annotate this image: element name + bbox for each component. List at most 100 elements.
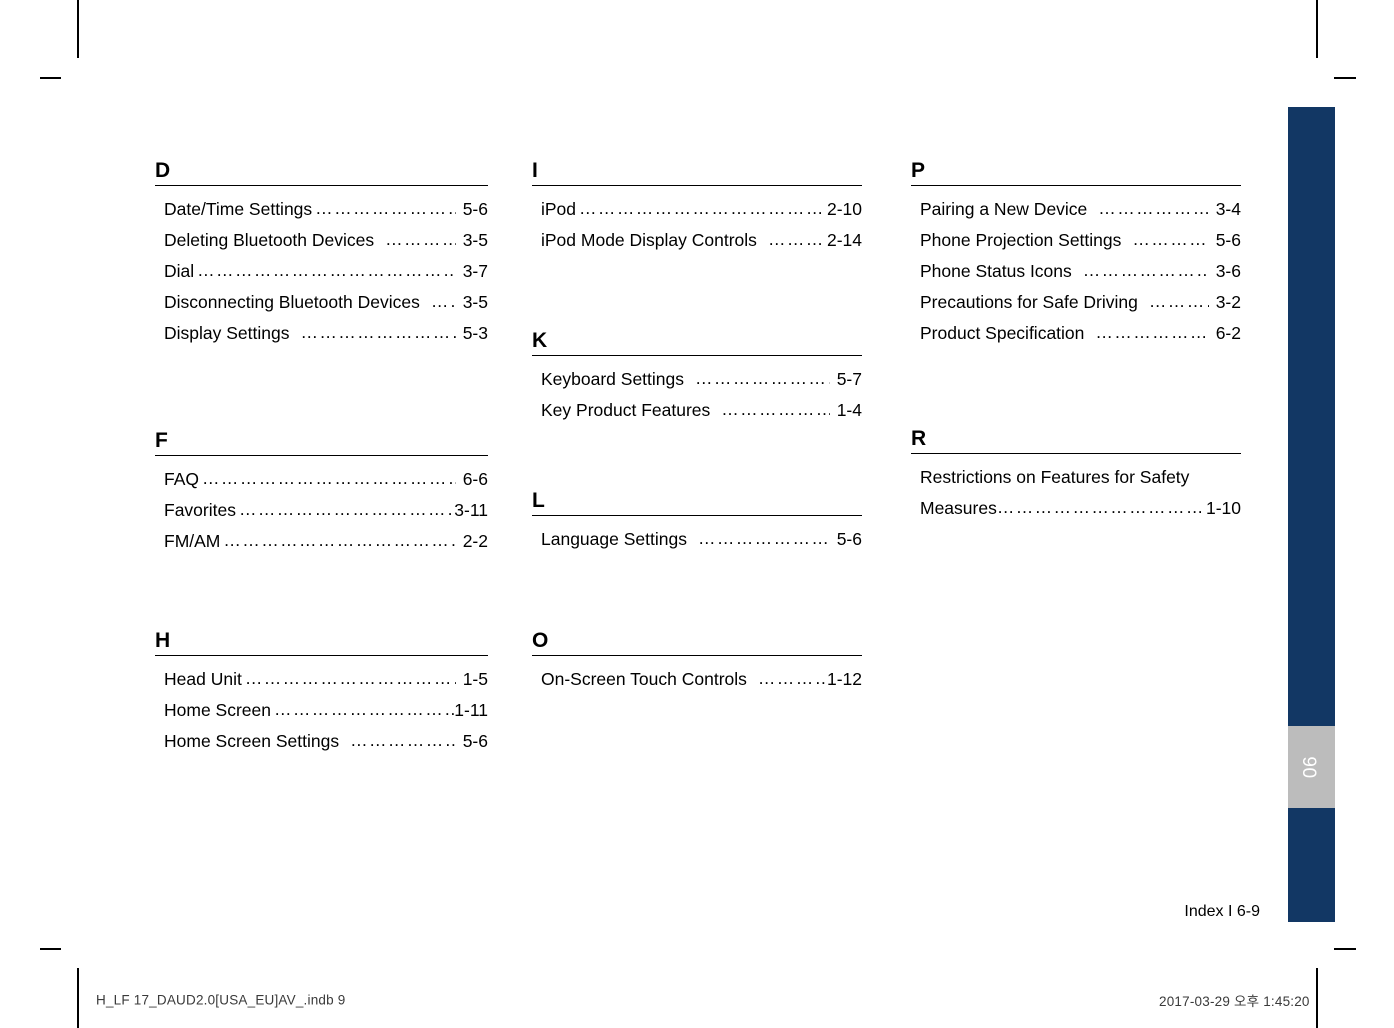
index-letter-group-R: R Restrictions on Features for Safety Meas… [911,428,1241,524]
index-entry-page-number: 3-2 [1215,292,1241,312]
index-entry[interactable]: Display Settings …………………………………… 5-3 [155,318,488,349]
index-entry[interactable]: Home Screen……………………………………………1-11 [155,695,488,726]
index-entry-title: Phone Status Icons [920,261,1072,281]
index-entry[interactable]: Product Specification …………………………… 6-2 [911,318,1241,349]
index-entry-leader-dots: …………………………… [721,399,829,419]
index-entry-leader-dots: ……………… [757,668,827,688]
index-entry-leader-dots: ………………………………………… [315,198,456,218]
index-entry-page-number: 6-2 [1215,323,1241,343]
index-letter-group-D: D Date/Time Settings………………………………………… 5-6 De… [155,160,488,349]
index-entry-page-number: 3-6 [1215,261,1241,281]
index-entry-leader-dots: ………………………………… [1082,260,1209,280]
index-entry[interactable]: Precautions for Safe Driving …………… 3-2 [911,287,1241,318]
index-entry-list: Keyboard Settings ………………………………… 5-7 Key Pro… [532,356,862,426]
index-entry[interactable]: Dial…………………………………………………………… 3-7 [155,256,488,287]
index-entry-page-number: 1-5 [462,669,488,689]
index-entry-page-number: 1-12 [826,669,862,689]
index-entry[interactable]: Home Screen Settings ………………………… 5-6 [155,726,488,757]
index-letter-group-K: K Keyboard Settings ………………………………… 5-7 Key Pr… [532,330,862,426]
index-entry-list: Restrictions on Features for Safety Measu… [911,454,1241,524]
index-entry[interactable]: Phone Status Icons ………………………………… 3-6 [911,256,1241,287]
index-letter-heading: F [155,430,488,456]
index-entry-leader-dots: ………………………………… [697,528,830,548]
page-footer: Index I 6-9 [1184,903,1260,920]
index-letter-heading: L [532,490,862,516]
index-entry-title: Product Specification [920,323,1085,343]
print-meta-timestamp: 2017-03-29 오후 1:45:20 [1159,994,1310,1009]
index-entry-title: Deleting Bluetooth Devices [164,230,375,250]
index-entry-title: Head Unit [164,669,242,689]
index-entry-page-number: 2-2 [462,531,488,551]
index-entry-leader-dots: ……………………………………………… [244,668,456,688]
index-entry-list: On-Screen Touch Controls ………………1-12 [532,656,862,695]
index-entry-leader-dots: …………… [767,229,827,249]
index-entry[interactable]: FAQ……………………………………………………… 6-6 [155,464,488,495]
index-entry[interactable]: On-Screen Touch Controls ………………1-12 [532,664,862,695]
index-letter-group-O: O On-Screen Touch Controls ………………1-12 [532,630,862,695]
index-letter-heading: K [532,330,862,356]
index-entry-title: Pairing a New Device [920,199,1088,219]
index-letter-group-F: F FAQ………………………………………………………6-6Favorites………… [155,430,488,557]
index-entry[interactable]: Key Product Features …………………………… 1-4 [532,395,862,426]
index-entry-page-number: 2-10 [826,199,862,219]
index-entry-list: Pairing a New Device …………………………… 3-4 Phone … [911,186,1241,349]
index-entry[interactable]: Pairing a New Device …………………………… 3-4 [911,194,1241,225]
index-entry[interactable]: Favorites……………………………………………3-11 [155,495,488,526]
index-entry[interactable]: Date/Time Settings………………………………………… 5-6 [155,194,488,225]
index-entry-title: Date/Time Settings [164,199,313,219]
index-entry-page-number: 2-14 [826,230,862,250]
index-entry-title: FM/AM [164,531,221,551]
index-entry[interactable]: Head Unit……………………………………………… 1-5 [155,664,488,695]
index-entry[interactable]: Keyboard Settings ………………………………… 5-7 [532,364,862,395]
index-letter-group-L: L Language Settings ………………………………… 5-6 [532,490,862,555]
index-entry[interactable]: FM/AM…………………………………………………… 2-2 [155,526,488,557]
index-entry[interactable]: Restrictions on Features for Safety Measu… [911,462,1241,524]
index-entry-leader-dots: …………… [1148,291,1209,311]
index-entry-leader-dots: …………………………………… [300,322,455,342]
index-entry-title: Phone Projection Settings [920,230,1122,250]
index-entry-leader-dots: ………………………………… [695,368,830,388]
index-entry-leader-dots: …………………………………………… [238,499,454,519]
index-entry-list: iPod…………………………………………………………2-10iPod Mode … [532,186,862,256]
index-entry[interactable]: Disconnecting Bluetooth Devices ………… 3-5 [155,287,488,318]
index-entry-page-number: 3-5 [462,292,488,312]
index-entry[interactable]: iPod Mode Display Controls ……………2-14 [532,225,862,256]
index-entry-list: Language Settings ………………………………… 5-6 [532,516,862,555]
index-entry-title: Home Screen [164,700,271,720]
index-entry-page-number: 3-5 [462,230,488,250]
index-entry-leader-dots: …………………………… [1098,198,1208,218]
index-content: DDate/Time Settings…………………………………………5-6De… [0,0,1394,1028]
index-entry-title-tail: Measures [920,498,997,518]
index-entry-title: On-Screen Touch Controls [541,669,747,689]
index-entry-leader-dots: ………… [430,291,456,311]
index-entry-title: Disconnecting Bluetooth Devices [164,292,420,312]
index-letter-heading: I [532,160,862,186]
index-entry[interactable]: iPod…………………………………………………………2-10 [532,194,862,225]
index-entry-page-number: 5-6 [462,199,488,219]
index-entry-page-number: 5-3 [462,323,488,343]
index-entry-title: Keyboard Settings [541,369,685,389]
index-entry[interactable]: Deleting Bluetooth Devices …………………………… 3-5 [155,225,488,256]
index-entry-title: Precautions for Safe Driving [920,292,1138,312]
index-entry-title-continued: Measures………………………………………………1-10 [920,493,1241,524]
index-entry-page-number: 5-6 [836,529,862,549]
index-entry-title: Language Settings [541,529,687,549]
index-entry-title: FAQ [164,469,200,489]
index-entry-title: Display Settings [164,323,290,343]
index-entry-leader-dots: ……………………………………………………… [202,468,456,488]
index-entry[interactable]: Phone Projection Settings ……………… 5-6 [911,225,1241,256]
index-entry-page-number: 3-4 [1215,199,1241,219]
index-entry-title: Dial [164,261,195,281]
index-entry-leader-dots: ………………………… [350,730,456,750]
index-entry[interactable]: Language Settings ………………………………… 5-6 [532,524,862,555]
index-entry-leader-dots: …………………………………………… [274,699,454,719]
index-entry-title: iPod [541,199,577,219]
print-meta-filename: H_LF 17_DAUD2.0[USA_EU]AV_.indb 9 [96,992,346,1008]
index-entry-leader-dots: ………………………………………………………… [579,198,827,218]
index-letter-heading: H [155,630,488,656]
index-letter-group-H: H Head Unit……………………………………………… 1-5 Home Scre… [155,630,488,757]
index-entry-list: Date/Time Settings………………………………………… 5-6 Del… [155,186,488,349]
index-entry-title: Key Product Features [541,400,711,420]
index-entry-list: Head Unit……………………………………………… 1-5 Home Scree… [155,656,488,757]
index-entry-page-number: 1-4 [836,400,862,420]
